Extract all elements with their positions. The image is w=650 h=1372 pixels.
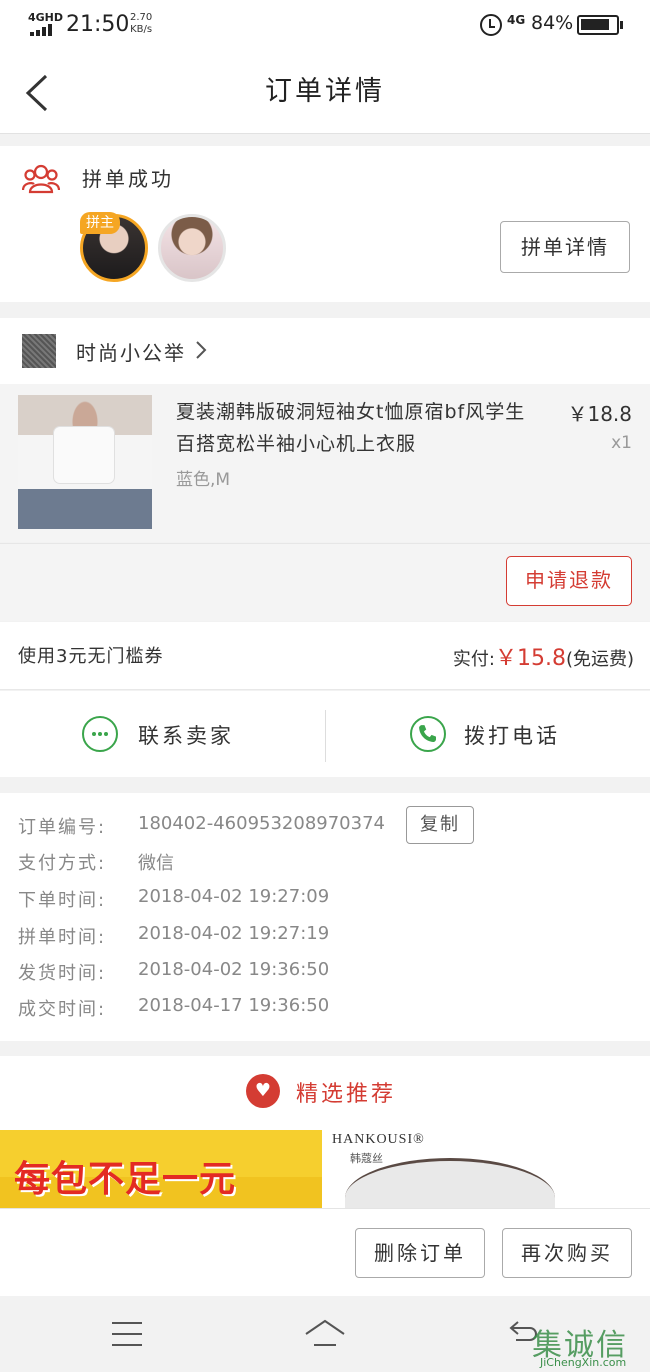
avatar-member[interactable] (158, 214, 226, 282)
buy-again-button[interactable]: 再次购买 (502, 1228, 632, 1278)
group-status: 拼单成功 (82, 167, 174, 191)
chevron-right-icon (196, 341, 207, 359)
recommend-title: 精选推荐 (296, 1082, 397, 1107)
order-info-label: 下单时间: (18, 890, 107, 911)
refund-button[interactable]: 申请退款 (506, 556, 632, 606)
order-info-label: 支付方式: (18, 853, 107, 874)
contact-divider (325, 710, 326, 762)
order-info-row: 发货时间: 2018-04-02 19:36:50 (18, 959, 638, 989)
order-info-value: 180402-460953208970374 (138, 813, 385, 834)
delete-order-button[interactable]: 删除订单 (355, 1228, 485, 1278)
contact-seller-button[interactable]: 联系卖家 (138, 720, 234, 750)
network-speed: 2.70 KB/s (130, 12, 152, 36)
group-detail-button[interactable]: 拼单详情 (500, 221, 630, 273)
order-info-value: 2018-04-02 19:27:19 (138, 923, 330, 944)
watermark-url: JiChengXin.com (540, 1356, 627, 1369)
home-icon[interactable] (304, 1318, 346, 1348)
product-image[interactable] (18, 395, 152, 529)
battery-tip (620, 21, 623, 29)
order-info-row: 成交时间: 2018-04-17 19:36:50 (18, 995, 638, 1025)
signal-icon (30, 24, 58, 36)
page-title: 订单详情 (265, 76, 385, 107)
paid-summary: 实付:￥15.8(免运费) (420, 640, 634, 672)
network-type-right: 4G (507, 13, 526, 27)
back-arrow-icon[interactable] (22, 72, 64, 114)
paid-label: 实付: (452, 649, 495, 670)
order-info-value: 2018-04-02 19:27:09 (138, 886, 330, 907)
order-info-value: 微信 (138, 853, 174, 874)
recommend-item-text[interactable]: 每包不足一元 (14, 1150, 236, 1202)
order-info-row: 下单时间: 2018-04-02 19:27:09 (18, 886, 638, 916)
product-spec: 蓝色,M (176, 470, 231, 490)
network-speed-unit: KB/s (130, 24, 153, 35)
leader-badge: 拼主 (80, 212, 120, 234)
alarm-icon (480, 14, 502, 36)
recommend-brand: HANKOUSI® (332, 1132, 425, 1147)
order-info-value: 2018-04-17 19:36:50 (138, 995, 330, 1016)
heart-icon (246, 1074, 280, 1108)
paid-amount: ￥15.8 (494, 646, 566, 671)
recommend-brand-sub: 韩蔻丝 (350, 1152, 383, 1165)
shop-logo (22, 334, 56, 368)
product-quantity: x1 (611, 433, 632, 453)
network-type: 4GHD (28, 11, 64, 24)
menu-icon[interactable] (112, 1322, 142, 1346)
call-button[interactable]: 拨打电话 (464, 720, 560, 750)
order-info-row: 订单编号: 180402-460953208970374 (18, 813, 638, 843)
phone-icon[interactable] (410, 716, 446, 752)
clock: 21:50 (66, 12, 130, 37)
battery-icon (577, 15, 619, 35)
coupon-text: 使用3元无门槛券 (18, 646, 164, 667)
product-title[interactable]: 夏装潮韩版破洞短袖女t恤原宿bf风学生百搭宽松半袖小心机上衣服 (176, 396, 544, 460)
shop-name[interactable]: 时尚小公举 (76, 337, 186, 366)
group-people-icon (22, 164, 60, 194)
product-price: ￥18.8 (567, 402, 632, 426)
copy-button[interactable]: 复制 (406, 806, 474, 844)
order-info-label: 拼单时间: (18, 927, 107, 948)
order-info-row: 支付方式: 微信 (18, 849, 638, 879)
order-info-label: 订单编号: (18, 817, 107, 838)
battery-level (581, 19, 609, 30)
chat-icon[interactable] (82, 716, 118, 752)
order-info-label: 成交时间: (18, 999, 107, 1020)
shipping-note: (免运费) (565, 649, 634, 670)
order-info-label: 发货时间: (18, 963, 107, 984)
battery-percent: 84% (531, 12, 574, 34)
network-speed-value: 2.70 (130, 12, 153, 23)
order-info-row: 拼单时间: 2018-04-02 19:27:19 (18, 923, 638, 953)
order-info-value: 2018-04-02 19:36:50 (138, 959, 330, 980)
